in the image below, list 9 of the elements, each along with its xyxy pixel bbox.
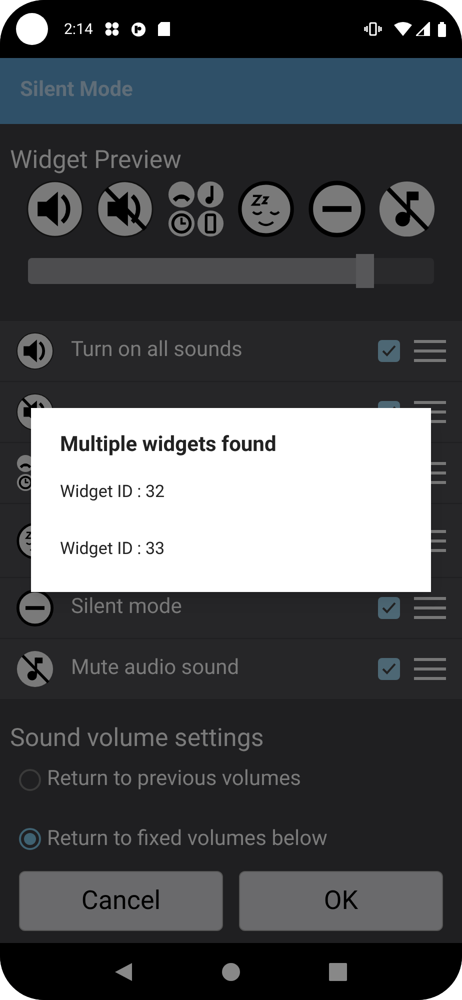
mode-label: Silent mode bbox=[71, 594, 182, 622]
status-time: 2:14 bbox=[64, 18, 93, 40]
mode-label: Turn on all sounds bbox=[71, 337, 242, 364]
section-title: Widget Preview bbox=[10, 146, 182, 176]
radio-label: Return to fixed volumes below bbox=[47, 826, 328, 852]
radio-label: Return to previous volumes bbox=[47, 766, 301, 793]
dialog-title: Multiple widgets found bbox=[60, 432, 278, 459]
section-title: Sound volume settings bbox=[10, 724, 265, 754]
mode-label: Mute audio sound bbox=[71, 655, 240, 682]
